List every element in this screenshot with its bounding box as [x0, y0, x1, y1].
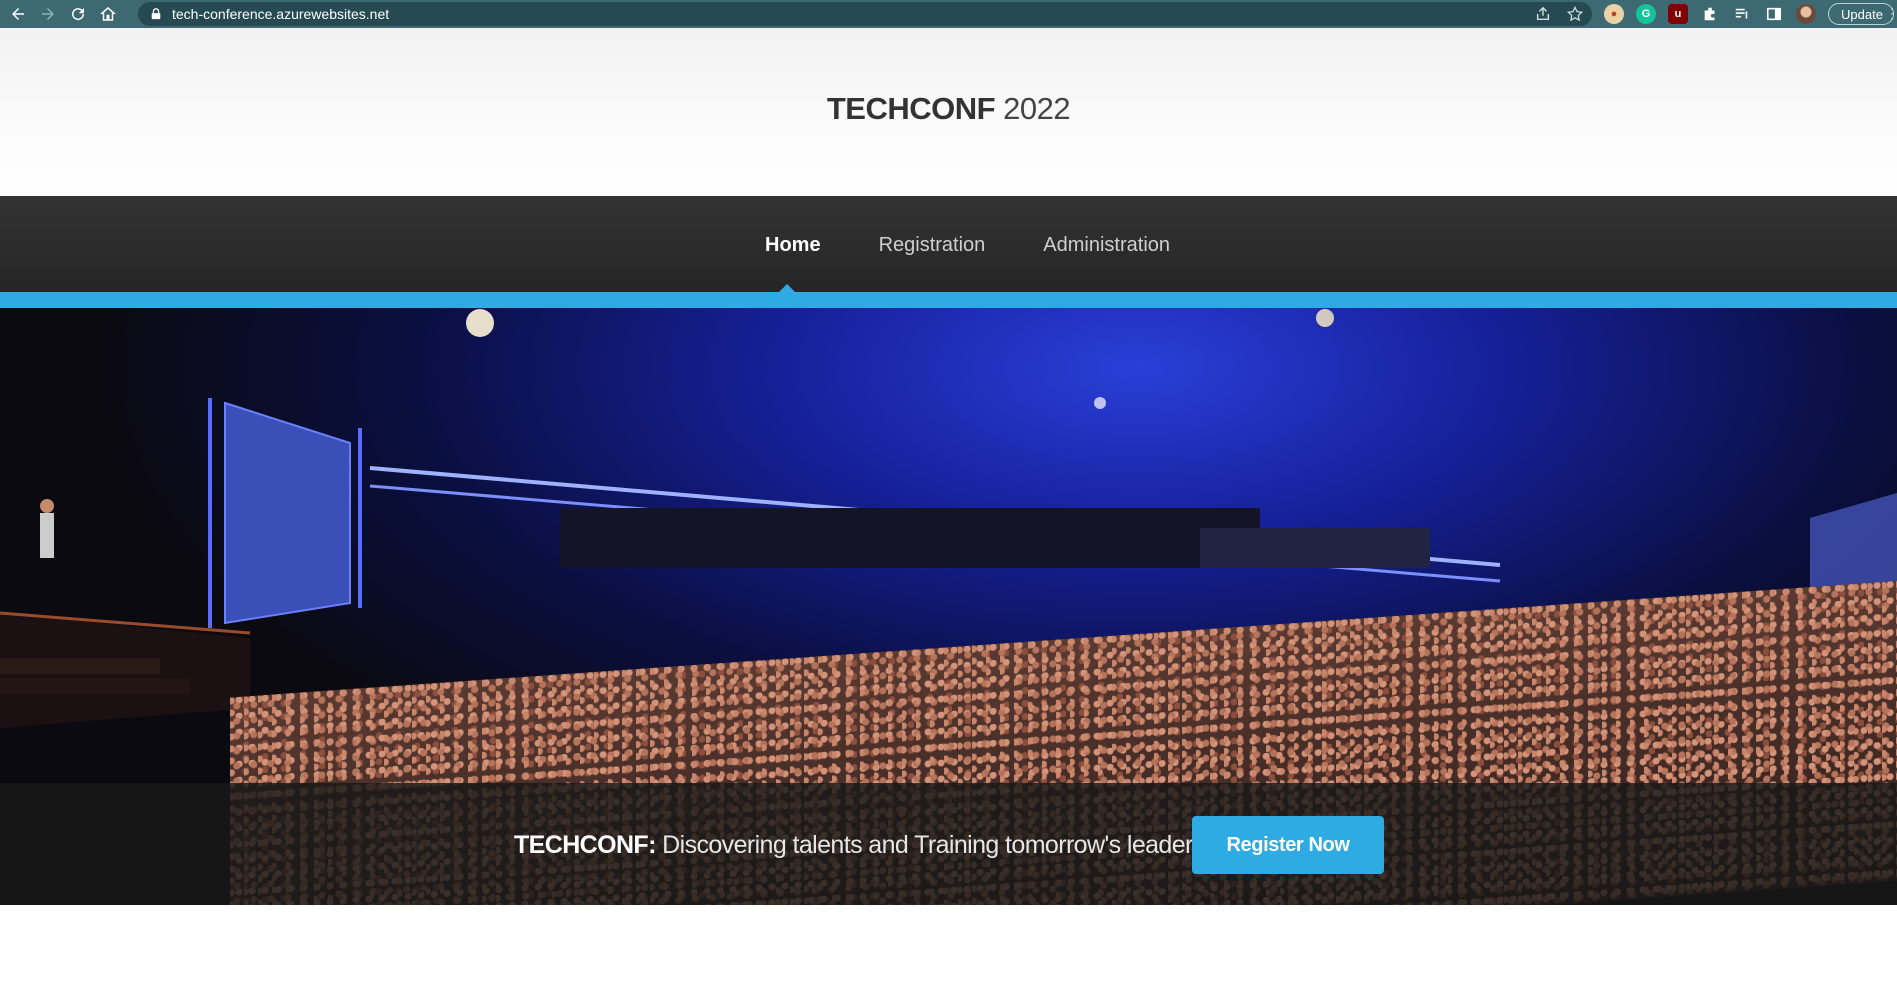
brand-year: 2022 — [995, 91, 1071, 126]
extension-honey-icon[interactable]: ● — [1604, 4, 1624, 24]
side-panel-icon[interactable] — [1764, 4, 1784, 24]
tagline-brand: TECHCONF: — [514, 831, 656, 859]
reload-icon[interactable] — [66, 2, 90, 26]
home-icon[interactable] — [96, 2, 120, 26]
extension-icon[interactable] — [1700, 4, 1720, 24]
back-icon[interactable] — [6, 2, 30, 26]
forward-icon[interactable] — [36, 2, 60, 26]
hero-banner — [0, 308, 1897, 905]
update-button[interactable]: Update — [1828, 3, 1894, 25]
accent-bar — [0, 292, 1897, 308]
grammarly-icon[interactable]: G — [1636, 4, 1656, 24]
tagline-text: Discovering talents and Training tomorro… — [655, 831, 1205, 859]
profile-avatar[interactable] — [1796, 4, 1816, 24]
url-text[interactable]: tech-conference.azurewebsites.net — [172, 6, 389, 22]
lock-icon[interactable] — [150, 7, 164, 21]
nav-home[interactable]: Home — [765, 234, 821, 257]
register-now-button[interactable]: Register Now — [1192, 816, 1384, 874]
hero-tagline: TECHCONF: Discovering talents and Traini… — [514, 831, 1205, 860]
nav-administration[interactable]: Administration — [1043, 234, 1170, 257]
address-bar[interactable]: tech-conference.azurewebsites.net — [138, 2, 1592, 26]
browser-toolbar: tech-conference.azurewebsites.net ● G u … — [0, 0, 1897, 28]
nav-registration[interactable]: Registration — [879, 234, 986, 257]
reading-list-icon[interactable] — [1732, 4, 1752, 24]
site-brand[interactable]: TECHCONF 2022 — [826, 91, 1071, 127]
share-icon[interactable] — [1534, 5, 1552, 23]
site-header: TECHCONF 2022 — [0, 28, 1897, 196]
ublock-icon[interactable]: u — [1668, 4, 1688, 24]
chrome-menu-icon[interactable]: · · · — [1890, 2, 1896, 24]
star-icon[interactable] — [1566, 5, 1584, 23]
brand-name: TECHCONF — [826, 91, 996, 126]
main-nav: Home Registration Administration — [0, 196, 1897, 292]
